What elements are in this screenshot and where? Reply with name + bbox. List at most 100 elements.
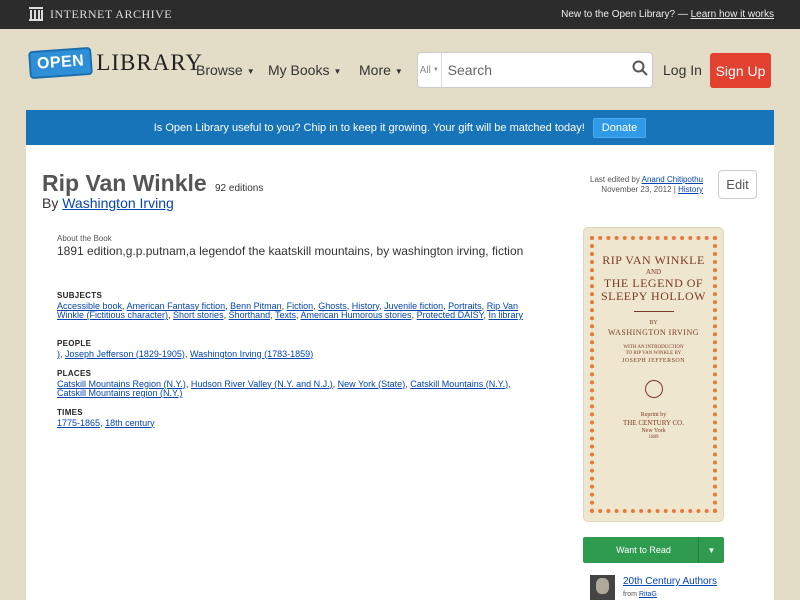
subject-link[interactable]: American Humorous stories — [301, 310, 412, 320]
author-link[interactable]: Washington Irving — [62, 195, 174, 211]
nav-browse-label: Browse — [196, 62, 243, 78]
subject-link[interactable]: Protected DAISY — [417, 310, 484, 320]
places-heading: PLACES — [57, 369, 92, 378]
cover-publisher: THE CENTURY CO. — [623, 419, 684, 427]
list-owner-link[interactable]: RitaG — [639, 591, 657, 598]
portrait-icon — [596, 578, 609, 594]
about-text: 1891 edition,g.p.putnam,a legendof the k… — [57, 244, 524, 258]
byline: By Washington Irving — [42, 195, 174, 211]
site-header: OPEN LIBRARY Browse ▼ My Books ▼ More ▼ All… — [0, 29, 800, 109]
cover-title-line1: RIP VAN WINKLE — [602, 253, 705, 267]
place-link[interactable]: Hudson River Valley (N.Y. and N.J.) — [191, 379, 333, 389]
nav-browse[interactable]: Browse ▼ — [196, 62, 255, 78]
nav-more[interactable]: More ▼ — [359, 62, 403, 78]
subjects-section: SUBJECTS Accessible book, American Fanta… — [57, 291, 527, 321]
ia-building-icon — [28, 6, 44, 22]
chevron-down-icon: ▼ — [333, 66, 342, 76]
search-bar: All ▼ — [417, 52, 653, 88]
login-link[interactable]: Log In — [663, 62, 702, 78]
subject-link[interactable]: Accessible book — [57, 301, 122, 311]
chevron-down-icon: ▼ — [394, 66, 403, 76]
search-icon — [632, 60, 649, 81]
cover-title-line3: SLEEPY HOLLOW — [600, 289, 707, 303]
nav-more-label: More — [359, 62, 391, 78]
cover-art: RIP VAN WINKLE AND THE LEGEND OF SLEEPY … — [590, 236, 717, 513]
cover-intro-2: TO RIP VAN WINKLE BY — [625, 351, 682, 356]
chevron-down-icon: ▼ — [246, 66, 255, 76]
person-link[interactable]: Washington Irving (1783-1859) — [190, 349, 313, 359]
want-to-read-dropdown[interactable]: ▼ — [698, 537, 724, 563]
person-link[interactable]: Joseph Jefferson (1829-1905) — [65, 349, 185, 359]
subject-link[interactable]: Shorthand — [229, 310, 271, 320]
cover-and: AND — [645, 268, 662, 276]
subject-link[interactable]: American Fantasy fiction — [127, 301, 226, 311]
donate-button[interactable]: Donate — [592, 117, 647, 138]
chevron-down-icon: ▼ — [432, 67, 439, 73]
cover-by: BY — [649, 320, 658, 326]
donate-banner: Is Open Library useful to you? Chip in t… — [26, 110, 774, 145]
last-edited-date: November 23, 2012 | — [601, 185, 676, 194]
people-heading: PEOPLE — [57, 339, 92, 348]
want-to-read-button[interactable]: Want to Read ▼ — [583, 537, 724, 563]
search-scope-select[interactable]: All ▼ — [418, 53, 442, 87]
donate-banner-text: Is Open Library useful to you? Chip in t… — [153, 121, 585, 134]
place-link[interactable]: Catskill Mountains Region (N.Y.) — [57, 379, 186, 389]
places-list: Catskill Mountains Region (N.Y.), Hudson… — [57, 378, 511, 398]
logo-open: OPEN — [28, 46, 94, 80]
place-link[interactable]: New York (State) — [338, 379, 406, 389]
cover-emblem-icon — [644, 380, 663, 398]
list-item: 20th Century Authors from RitaG — [590, 573, 750, 600]
subject-link[interactable]: Juvenile fiction — [384, 301, 443, 311]
list-from-prefix: from — [623, 591, 637, 598]
search-button[interactable] — [629, 53, 652, 87]
open-library-logo[interactable]: OPEN LIBRARY — [28, 46, 204, 80]
search-scope-label: All — [419, 64, 431, 76]
subject-link[interactable]: Fiction — [287, 301, 314, 311]
times-section: TIMES 1775-1865, 18th century — [57, 408, 527, 428]
history-link[interactable]: History — [678, 185, 703, 194]
search-input[interactable] — [441, 55, 629, 85]
subject-link[interactable]: Texts — [275, 310, 296, 320]
places-section: PLACES Catskill Mountains Region (N.Y.),… — [57, 369, 527, 399]
nav-my-books[interactable]: My Books ▼ — [268, 62, 341, 78]
cover-city: New York — [641, 428, 666, 434]
subjects-list: Accessible book, American Fantasy fictio… — [57, 300, 523, 320]
subject-link[interactable]: History — [352, 301, 379, 311]
subject-link[interactable]: In library — [488, 310, 523, 320]
subject-link[interactable]: Portraits — [448, 301, 482, 311]
last-edited: Last edited by Anand Chitipothu November… — [590, 175, 703, 195]
editions-count: 92 editions — [215, 183, 264, 194]
by-label: By — [42, 195, 59, 211]
work-panel: Rip Van Winkle 92 editions By Washington… — [26, 145, 774, 600]
list-name-link[interactable]: 20th Century Authors — [623, 576, 717, 587]
chevron-down-icon: ▼ — [707, 545, 716, 555]
last-edited-user-link[interactable]: Anand Chitipothu — [642, 175, 703, 184]
edit-button[interactable]: Edit — [718, 170, 757, 199]
cover-year: 1889 — [648, 435, 659, 440]
list-thumbnail[interactable] — [590, 575, 615, 600]
subject-link[interactable]: Short stories — [173, 310, 224, 320]
place-link[interactable]: Catskill Mountains region (N.Y.) — [57, 388, 182, 398]
nav-my-books-label: My Books — [268, 62, 330, 78]
cover-rule — [633, 311, 674, 312]
subjects-heading: SUBJECTS — [57, 291, 103, 300]
book-cover[interactable]: RIP VAN WINKLE AND THE LEGEND OF SLEEPY … — [583, 227, 724, 522]
signup-button[interactable]: Sign Up — [710, 53, 771, 88]
logo-library: LIBRARY — [96, 50, 204, 75]
learn-how-link[interactable]: Learn how it works — [691, 9, 774, 20]
cover-intro-3: JOSEPH JEFFERSON — [621, 358, 686, 364]
cover-reprint: Reprint by — [640, 412, 667, 418]
person-link[interactable]: ) — [57, 349, 60, 359]
ia-new-text: New to the Open Library? — — [561, 9, 688, 20]
ia-new-user-notice: New to the Open Library? — Learn how it … — [561, 9, 774, 20]
cover-author: WASHINGTON IRVING — [607, 328, 700, 337]
want-to-read-label: Want to Read — [616, 545, 671, 555]
subject-link[interactable]: Benn Pitman — [230, 301, 282, 311]
book-title: Rip Van Winkle — [42, 170, 207, 196]
ia-logo[interactable]: Internet Archive — [28, 6, 172, 22]
time-link[interactable]: 18th century — [105, 418, 155, 428]
time-link[interactable]: 1775-1865 — [57, 418, 100, 428]
place-link[interactable]: Catskill Mountains (N.Y.) — [410, 379, 508, 389]
subject-link[interactable]: Ghosts — [318, 301, 347, 311]
times-heading: TIMES — [57, 408, 83, 417]
